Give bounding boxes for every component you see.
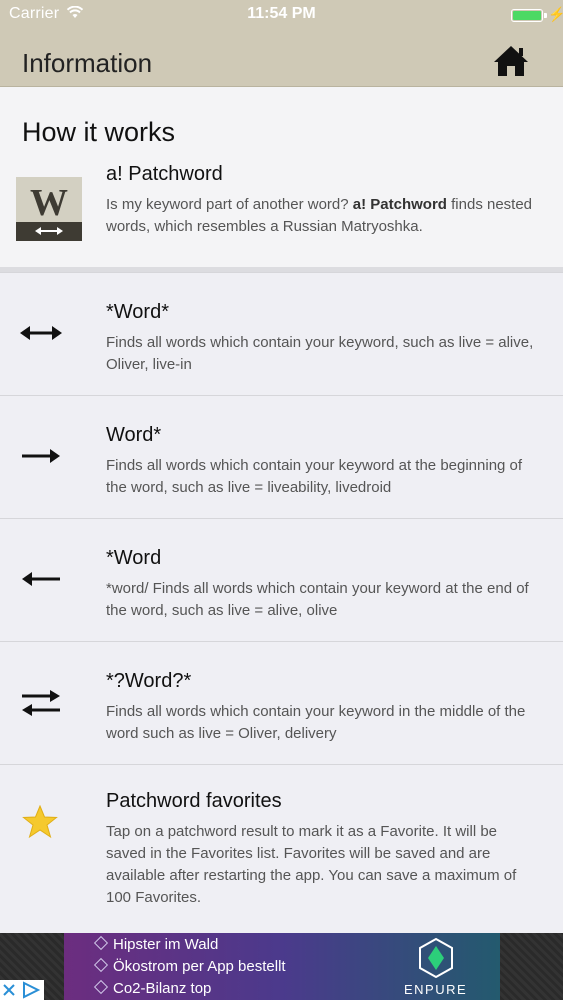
- row-description: Finds all words which contain your keywo…: [106, 457, 523, 496]
- star-icon: [22, 804, 58, 844]
- row-description: Finds all words which contain your keywo…: [106, 334, 534, 373]
- row-title: *Word: [106, 547, 162, 569]
- double-arrow-icon: [20, 325, 62, 346]
- row-title: Word*: [106, 424, 162, 446]
- swap-arrows-icon: [20, 690, 62, 721]
- navigation-bar: Information: [0, 30, 563, 87]
- list-item-middle: *?Word?* Finds all words which contain y…: [0, 641, 563, 764]
- close-icon: [3, 984, 15, 996]
- logo-double-arrow-icon: [35, 227, 63, 235]
- ad-brand: ENPURE: [404, 982, 468, 997]
- home-button[interactable]: [492, 44, 530, 78]
- list-item-beginning: Word* Finds all words which contain your…: [0, 395, 563, 518]
- battery-tip: [544, 13, 547, 18]
- logo-letter: W: [30, 182, 68, 224]
- charging-icon: ⚡: [548, 6, 563, 22]
- app-logo: W: [16, 177, 82, 241]
- arrow-left-icon: [20, 571, 62, 592]
- ad-creative[interactable]: Hipster im Wald Ökostrom per App bestell…: [64, 933, 500, 1000]
- row-title: *?Word?*: [106, 670, 192, 692]
- ad-line: Ökostrom per App bestellt: [93, 957, 286, 975]
- row-description: *word/ Finds all words which contain you…: [106, 580, 529, 619]
- ad-choices[interactable]: [0, 980, 44, 1000]
- adchoices-icon: [23, 981, 41, 999]
- row-title: Patchword favorites: [106, 790, 282, 812]
- intro-section: How it works W a! Patchword Is my keywor…: [0, 87, 563, 272]
- row-title: *Word*: [106, 301, 169, 323]
- status-bar: Carrier 11:54 PM ⚡: [0, 0, 563, 30]
- app-description: Is my keyword part of another word? a! P…: [106, 196, 533, 235]
- row-description: Finds all words which contain your keywo…: [106, 703, 526, 742]
- list-item-contains: *Word* Finds all words which contain you…: [0, 272, 563, 395]
- info-content[interactable]: How it works W a! Patchword Is my keywor…: [0, 87, 563, 933]
- list-item-end: *Word *word/ Finds all words which conta…: [0, 518, 563, 641]
- page-title: Information: [22, 48, 153, 78]
- list-item-favorites: Patchword favorites Tap on a patchword r…: [0, 764, 563, 933]
- row-description: Tap on a patchword result to mark it as …: [106, 823, 517, 906]
- ad-banner[interactable]: Hipster im Wald Ökostrom per App bestell…: [0, 933, 563, 1000]
- battery-icon: [511, 9, 543, 22]
- ad-line: Co2-Bilanz top: [93, 979, 211, 997]
- arrow-right-icon: [20, 448, 62, 469]
- section-heading: How it works: [22, 117, 176, 147]
- ad-line: Hipster im Wald: [93, 935, 218, 953]
- clock: 11:54 PM: [247, 5, 316, 22]
- enpure-logo-icon: [419, 938, 453, 978]
- home-icon: [494, 46, 528, 76]
- app-name: a! Patchword: [106, 163, 223, 185]
